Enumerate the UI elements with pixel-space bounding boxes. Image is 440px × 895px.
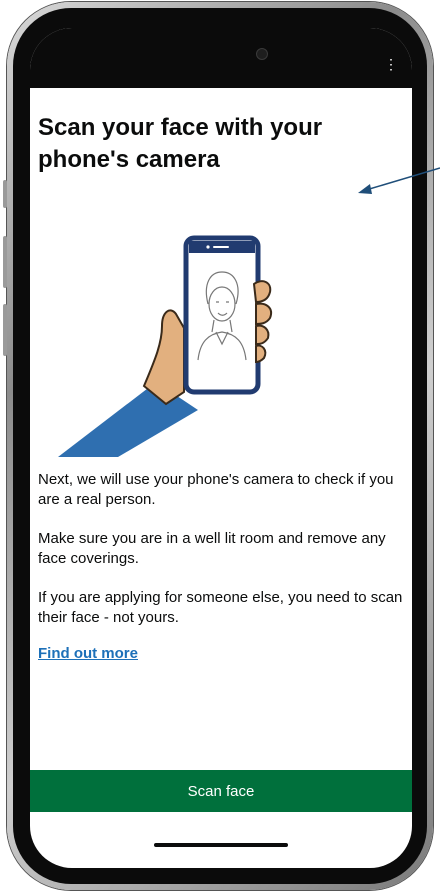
scan-face-button[interactable]: Scan face — [30, 770, 412, 812]
fingers-shape — [252, 280, 272, 364]
someone-else-paragraph: If you are applying for someone else, yo… — [38, 589, 403, 626]
app-screen: ⋮ Scan your face with your phone's camer… — [30, 28, 412, 868]
page-title: Scan your face with your phone's camera — [38, 114, 323, 173]
lighting-paragraph: Make sure you are in a well lit room and… — [38, 530, 386, 567]
annotation-arrow-icon — [358, 167, 440, 194]
status-bar: ⋮ — [30, 28, 412, 88]
phone-volume-up-button — [3, 236, 7, 288]
vertical-dots-icon[interactable]: ⋮ — [384, 57, 398, 71]
front-camera-icon — [256, 48, 268, 60]
find-out-more-link[interactable]: Find out more — [38, 645, 138, 662]
hand-holding-phone-illustration — [58, 235, 272, 457]
home-indicator — [154, 843, 288, 847]
hand-shape — [142, 309, 185, 406]
phone-side-button — [3, 180, 7, 208]
intro-paragraph: Next, we will use your phone's camera to… — [38, 471, 394, 508]
phone-volume-down-button — [3, 304, 7, 356]
